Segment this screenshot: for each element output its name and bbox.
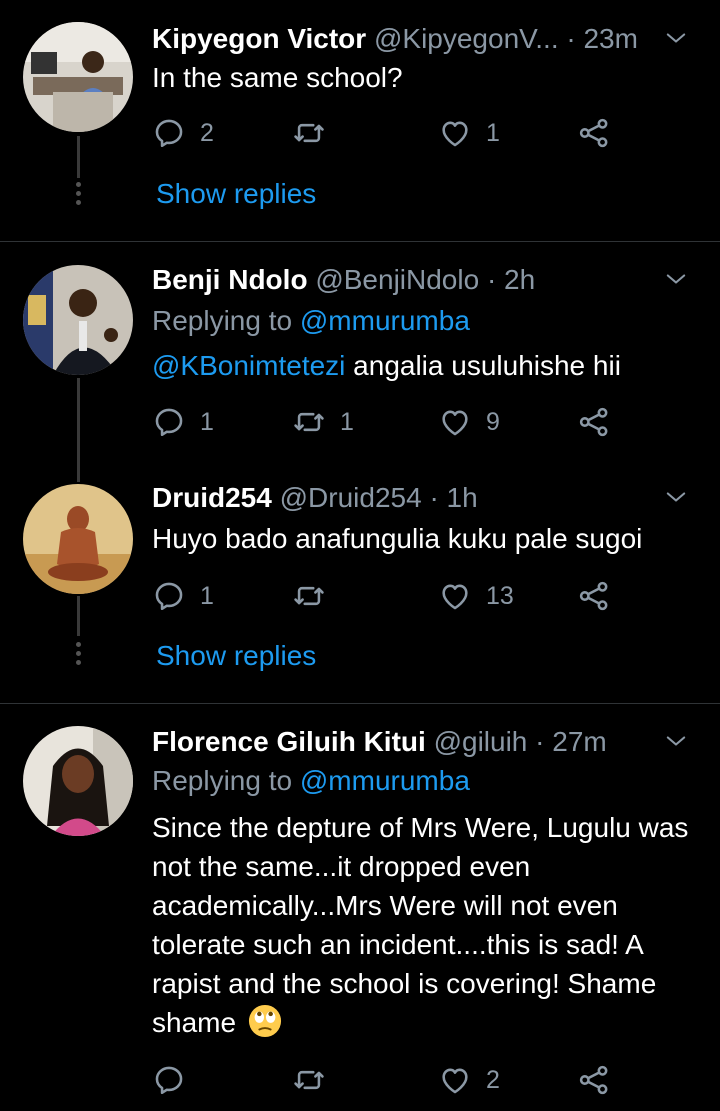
like-count: 13 [486, 581, 514, 610]
like-button[interactable]: 2 [438, 1060, 500, 1100]
handle[interactable]: @KipyegonV... [374, 23, 559, 54]
tweet-actions: 2 1 [152, 113, 632, 153]
retweet-button[interactable]: 1 [292, 402, 354, 442]
tweet-text: Huyo bado anafungulia kuku pale sugoi [152, 523, 643, 554]
share-button[interactable] [577, 113, 611, 153]
tweet-kipyegon[interactable]: Kipyegon Victor @KipyegonV... · 23m In t… [0, 0, 720, 242]
timestamp: · 2h [486, 264, 536, 295]
thread-dots [75, 642, 82, 669]
retweet-count: 1 [340, 407, 354, 436]
avatar[interactable] [23, 22, 133, 132]
avatar[interactable] [23, 726, 133, 836]
share-button[interactable] [577, 1060, 611, 1100]
tweet-header: Druid254 @Druid254 · 1h [152, 481, 690, 515]
timestamp: · 1h [429, 482, 478, 513]
reply-count: 1 [200, 407, 214, 436]
display-name[interactable]: Druid254 [152, 482, 272, 513]
tweet-text: Since the depture of Mrs Were, Lugulu wa… [152, 808, 695, 1042]
show-replies-link[interactable]: Show replies [156, 178, 316, 210]
face-with-rolling-eyes-icon [248, 1004, 281, 1038]
retweet-button[interactable] [292, 576, 340, 616]
replying-to-handle[interactable]: @mmurumba [300, 305, 470, 336]
display-name[interactable]: Florence Giluih Kitui [152, 726, 426, 757]
replying-label: Replying to [152, 765, 293, 796]
tweet-header: Florence Giluih Kitui @giluih · 27m [152, 725, 690, 759]
reply-button[interactable]: 1 [152, 576, 214, 616]
avatar[interactable] [23, 484, 133, 594]
like-count: 1 [486, 118, 500, 147]
retweet-icon [292, 579, 326, 613]
handle[interactable]: @Druid254 [280, 482, 422, 513]
timestamp: · 23m [566, 23, 638, 54]
chevron-down-icon[interactable] [662, 24, 690, 52]
retweet-icon [292, 405, 326, 439]
thread-line [77, 378, 80, 462]
tweet-header: Kipyegon Victor @KipyegonV... · 23m [152, 22, 690, 56]
thread-dots [75, 182, 82, 209]
like-button[interactable]: 9 [438, 402, 500, 442]
reply-button[interactable]: 1 [152, 402, 214, 442]
replying-to: Replying to @mmurumba [152, 764, 470, 798]
tweet-benji[interactable]: Benji Ndolo @BenjiNdolo · 2h Replying to… [0, 242, 720, 462]
like-button[interactable]: 1 [438, 113, 500, 153]
thread-line [77, 462, 80, 482]
thread-line [77, 596, 80, 636]
reply-count: 1 [200, 581, 214, 610]
like-count: 2 [486, 1065, 500, 1094]
retweet-button[interactable] [292, 1060, 340, 1100]
tweet-text: In the same school? [152, 62, 403, 93]
like-count: 9 [486, 407, 500, 436]
show-replies-link[interactable]: Show replies [156, 640, 316, 672]
avatar[interactable] [23, 265, 133, 375]
tweet-florence[interactable]: Florence Giluih Kitui @giluih · 27m Repl… [0, 704, 720, 1111]
retweet-icon [292, 1063, 326, 1097]
reply-icon [152, 405, 186, 439]
heart-icon [438, 405, 472, 439]
display-name[interactable]: Kipyegon Victor [152, 23, 366, 54]
reply-icon [152, 1063, 186, 1097]
tweet-body: Since the depture of Mrs Were, Lugulu wa… [152, 812, 689, 1038]
chevron-down-icon[interactable] [662, 483, 690, 511]
tweet-actions: 1 13 [152, 576, 632, 616]
mention-link[interactable]: @KBonimtetezi [152, 350, 345, 381]
retweet-button[interactable] [292, 113, 340, 153]
tweet-druid[interactable]: Druid254 @Druid254 · 1h Huyo bado anafun… [0, 462, 720, 703]
reply-button[interactable]: 2 [152, 113, 214, 153]
share-icon [577, 116, 611, 150]
timestamp: · 27m [535, 726, 607, 757]
retweet-icon [292, 116, 326, 150]
reply-icon [152, 116, 186, 150]
reply-icon [152, 579, 186, 613]
share-button[interactable] [577, 576, 611, 616]
heart-icon [438, 116, 472, 150]
avatar-photo [23, 265, 133, 375]
share-icon [577, 1063, 611, 1097]
chevron-down-icon[interactable] [662, 265, 690, 293]
avatar-photo [23, 484, 133, 594]
replying-to-handle[interactable]: @mmurumba [300, 765, 470, 796]
chevron-down-icon[interactable] [662, 727, 690, 755]
heart-icon [438, 1063, 472, 1097]
replying-to: Replying to @mmurumba [152, 304, 470, 338]
reply-count: 2 [200, 118, 214, 147]
replying-label: Replying to [152, 305, 293, 336]
tweet-actions: 1 1 9 [152, 402, 632, 442]
tweet-actions: 2 [152, 1060, 632, 1100]
tweet-body: angalia usuluhishe hii [345, 350, 621, 381]
avatar-photo [23, 22, 133, 132]
tweet-text: @KBonimtetezi angalia usuluhishe hii [152, 346, 695, 385]
share-icon [577, 405, 611, 439]
avatar-photo [23, 726, 133, 836]
tweet-header: Benji Ndolo @BenjiNdolo · 2h [152, 263, 690, 297]
share-button[interactable] [577, 402, 611, 442]
share-icon [577, 579, 611, 613]
display-name[interactable]: Benji Ndolo [152, 264, 308, 295]
like-button[interactable]: 13 [438, 576, 514, 616]
handle[interactable]: @giluih [434, 726, 528, 757]
heart-icon [438, 579, 472, 613]
thread-line [77, 136, 80, 178]
reply-button[interactable] [152, 1060, 200, 1100]
handle[interactable]: @BenjiNdolo [315, 264, 479, 295]
